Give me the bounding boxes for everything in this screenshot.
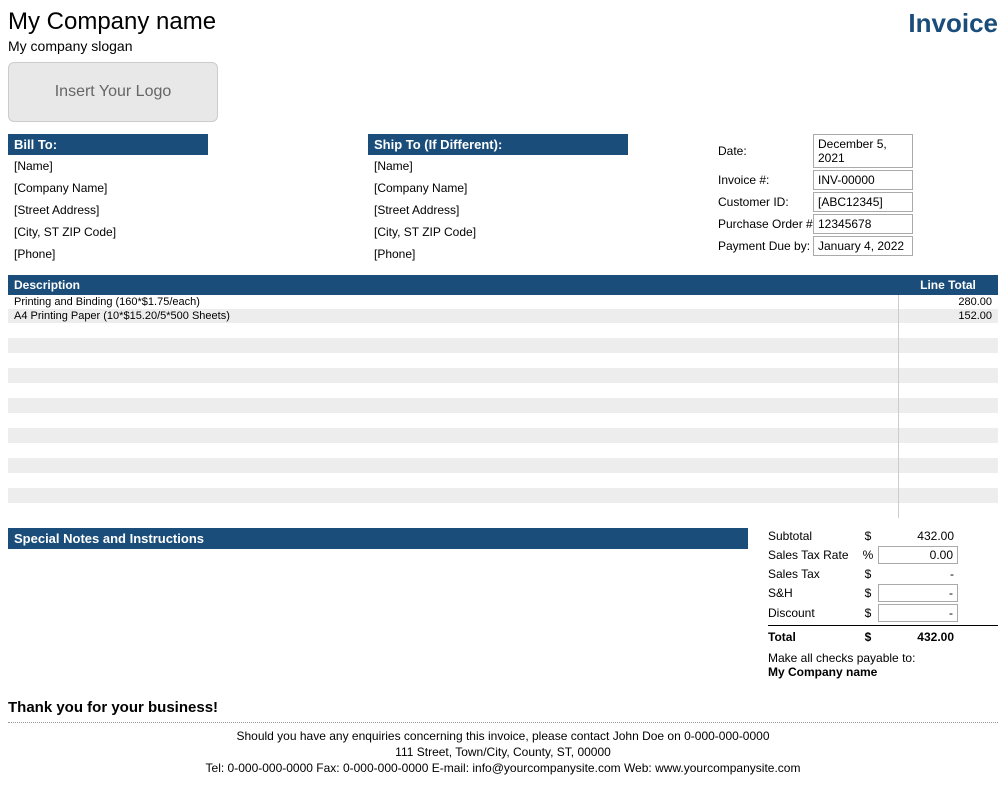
discount-value[interactable]: - [878, 604, 958, 622]
item-total: 280.00 [898, 295, 998, 309]
item-row-empty[interactable] [8, 458, 998, 473]
footer-section: Should you have any enquiries concerning… [8, 722, 998, 775]
po-value[interactable]: 12345678 [813, 214, 913, 234]
bill-to-company[interactable]: [Company Name] [8, 177, 348, 199]
line-total-header: Line Total [898, 275, 998, 295]
date-label: Date: [718, 144, 813, 158]
bill-to-city[interactable]: [City, ST ZIP Code] [8, 221, 348, 243]
footer-address: 111 Street, Town/City, County, ST, 00000 [8, 745, 998, 759]
sh-value[interactable]: - [878, 584, 958, 602]
item-row-empty[interactable] [8, 503, 998, 518]
item-row-empty[interactable] [8, 473, 998, 488]
currency-symbol: $ [858, 586, 878, 600]
currency-symbol: $ [858, 529, 878, 543]
company-slogan: My company slogan [8, 38, 218, 54]
ship-to-section: Ship To (If Different): [Name] [Company … [368, 134, 708, 265]
payable-name: My Company name [768, 665, 998, 679]
item-row-empty[interactable] [8, 488, 998, 503]
item-row-empty[interactable] [8, 353, 998, 368]
percent-symbol: % [858, 548, 878, 562]
bill-to-header: Bill To: [8, 134, 208, 155]
sh-label: S&H [768, 586, 858, 600]
ship-to-company[interactable]: [Company Name] [368, 177, 708, 199]
bill-to-name[interactable]: [Name] [8, 155, 348, 177]
item-row-empty[interactable] [8, 398, 998, 413]
item-row-empty[interactable] [8, 443, 998, 458]
logo-placeholder[interactable]: Insert Your Logo [8, 62, 218, 122]
footer-contact: Should you have any enquiries concerning… [8, 729, 998, 743]
ship-to-street[interactable]: [Street Address] [368, 199, 708, 221]
footer-details: Tel: 0-000-000-0000 Fax: 0-000-000-0000 … [8, 761, 998, 775]
invoice-meta: Date: December 5, 2021 Invoice #: INV-00… [718, 134, 998, 265]
item-row-empty[interactable] [8, 323, 998, 338]
currency-symbol: $ [858, 606, 878, 620]
item-row[interactable]: A4 Printing Paper (10*$15.20/5*500 Sheet… [8, 309, 998, 323]
notes-section: Special Notes and Instructions [8, 528, 748, 679]
date-value[interactable]: December 5, 2021 [813, 134, 913, 168]
tax-rate-label: Sales Tax Rate [768, 548, 858, 562]
subtotal-label: Subtotal [768, 529, 858, 543]
due-value[interactable]: January 4, 2022 [813, 236, 913, 256]
ship-to-city[interactable]: [City, ST ZIP Code] [368, 221, 708, 243]
total-value: 432.00 [878, 629, 958, 645]
customer-id-value[interactable]: [ABC12345] [813, 192, 913, 212]
item-row[interactable]: Printing and Binding (160*$1.75/each) 28… [8, 295, 998, 309]
ship-to-phone[interactable]: [Phone] [368, 243, 708, 265]
totals-section: Subtotal $ 432.00 Sales Tax Rate % 0.00 … [768, 528, 998, 679]
company-name: My Company name [8, 8, 218, 36]
bill-to-section: Bill To: [Name] [Company Name] [Street A… [8, 134, 348, 265]
item-total: 152.00 [898, 309, 998, 323]
invoice-num-value[interactable]: INV-00000 [813, 170, 913, 190]
item-description: Printing and Binding (160*$1.75/each) [8, 295, 898, 309]
notes-body[interactable] [8, 549, 748, 649]
notes-header: Special Notes and Instructions [8, 528, 748, 549]
bill-to-phone[interactable]: [Phone] [8, 243, 348, 265]
line-items-table: Description Line Total Printing and Bind… [8, 275, 998, 518]
tax-rate-value[interactable]: 0.00 [878, 546, 958, 564]
tax-label: Sales Tax [768, 567, 858, 581]
currency-symbol: $ [858, 630, 878, 644]
discount-label: Discount [768, 606, 858, 620]
invoice-num-label: Invoice #: [718, 173, 813, 187]
description-header: Description [8, 275, 898, 295]
bill-to-street[interactable]: [Street Address] [8, 199, 348, 221]
subtotal-value: 432.00 [878, 528, 958, 544]
thank-you-text: Thank you for your business! [8, 699, 998, 716]
customer-id-label: Customer ID: [718, 195, 813, 209]
item-row-empty[interactable] [8, 428, 998, 443]
invoice-title: Invoice [908, 8, 998, 39]
total-label: Total [768, 630, 858, 644]
item-row-empty[interactable] [8, 368, 998, 383]
item-row-empty[interactable] [8, 413, 998, 428]
due-label: Payment Due by: [718, 239, 813, 253]
ship-to-name[interactable]: [Name] [368, 155, 708, 177]
tax-value: - [878, 566, 958, 582]
currency-symbol: $ [858, 567, 878, 581]
ship-to-header: Ship To (If Different): [368, 134, 628, 155]
item-row-empty[interactable] [8, 383, 998, 398]
item-description: A4 Printing Paper (10*$15.20/5*500 Sheet… [8, 309, 898, 323]
po-label: Purchase Order # [718, 217, 813, 231]
payable-text: Make all checks payable to: [768, 651, 998, 665]
item-row-empty[interactable] [8, 338, 998, 353]
